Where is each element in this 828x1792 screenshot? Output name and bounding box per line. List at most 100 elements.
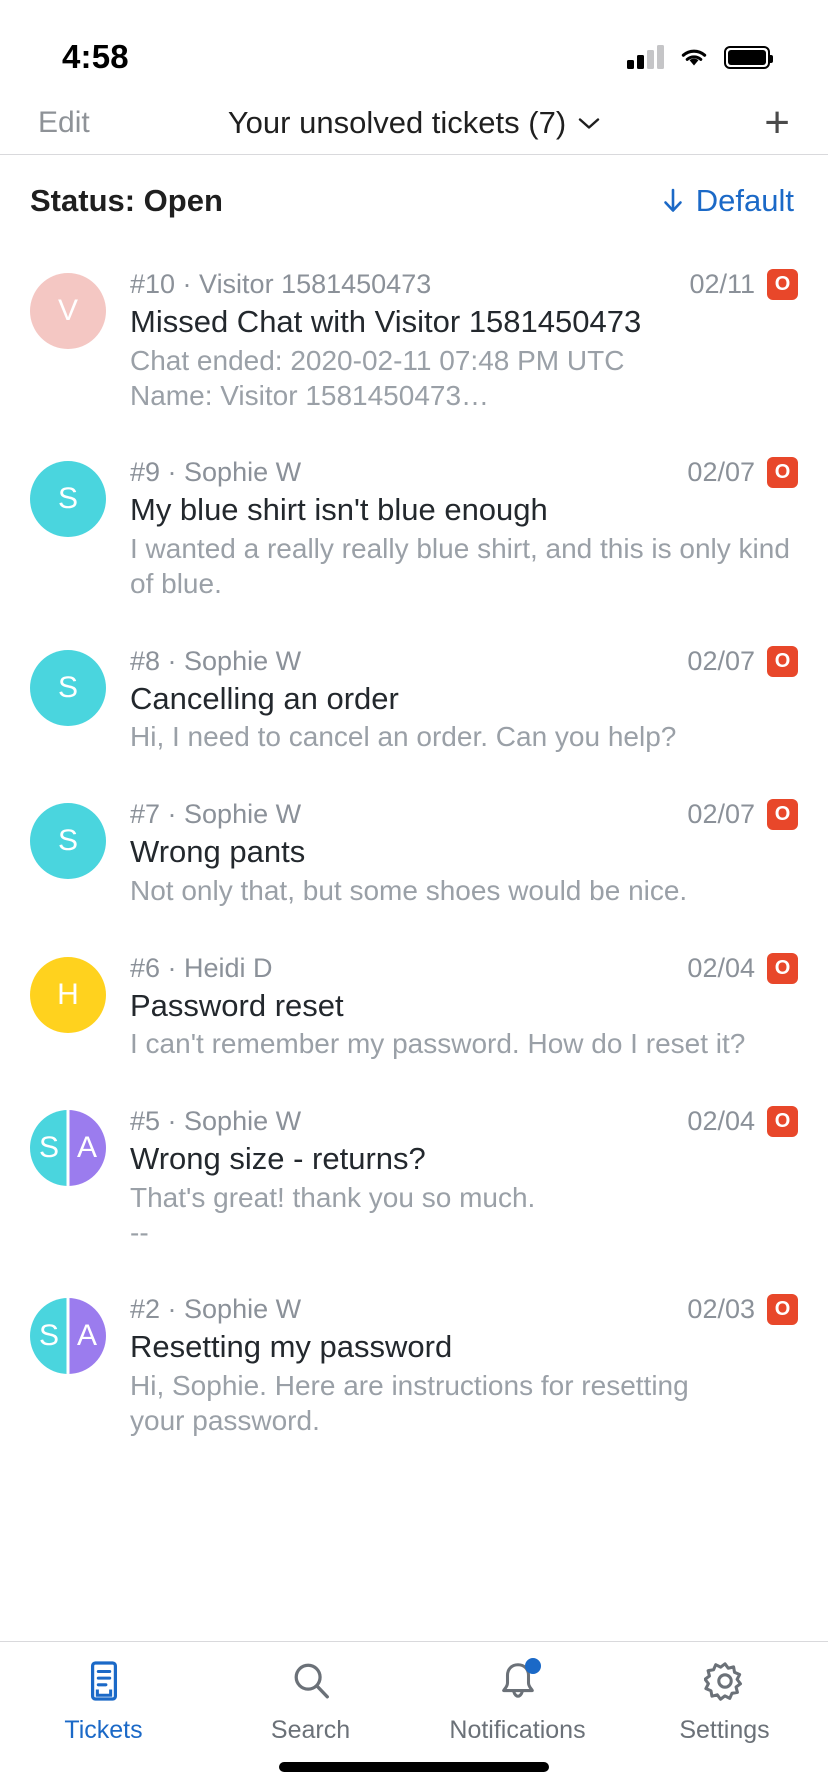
ticket-id-requester: #10 · Visitor 1581450473 [130, 269, 432, 299]
ticket-meta-row: #7 · Sophie W 02/07 O [130, 799, 798, 831]
ticket-row[interactable]: S A #5 · Sophie W 02/04 O Wrong size - return… [0, 1084, 828, 1272]
ticket-subject: Resetting my password [130, 1329, 453, 1365]
ticket-preview: Hi, I need to cancel an order. Can you h… [130, 720, 798, 755]
search-icon [290, 1658, 332, 1704]
ticket-date: 02/04 [687, 1106, 755, 1137]
ticket-meta-right: 02/07 O [687, 799, 798, 831]
ticket-row[interactable]: H #6 · Heidi D 02/04 O Password reset I can't… [0, 931, 828, 1085]
ticket-body: #7 · Sophie W 02/07 O Wrong pants Not only t… [130, 799, 798, 909]
ticket-id-requester: #7 · Sophie W [130, 799, 302, 830]
status-badge: O [767, 269, 798, 300]
add-ticket-button[interactable]: + [764, 101, 790, 145]
ticket-preview: I wanted a really really blue shirt, and… [130, 532, 798, 601]
ticket-meta-row: #10 · Visitor 1581450473 02/11 O [130, 269, 798, 300]
ticket-subject: Wrong pants [130, 834, 306, 870]
status-badge: O [767, 1294, 798, 1326]
ticket-row[interactable]: S A #2 · Sophie W 02/03 O Resetting my passwo… [0, 1272, 828, 1460]
ticket-row[interactable]: V #10 · Visitor 1581450473 02/11 O Missed Ch… [0, 247, 828, 435]
ticket-body: #9 · Sophie W 02/07 O My blue shirt isn't b… [130, 457, 798, 601]
avatar-half-right: A [68, 1298, 106, 1375]
ticket-row[interactable]: S #7 · Sophie W 02/07 O Wrong pants Not only … [0, 777, 828, 931]
avatar: SA [30, 1110, 106, 1187]
ticket-meta-right: 02/11 O [689, 269, 798, 300]
ticket-preview-line: -- [130, 1216, 149, 1248]
ticket-meta-row: #6 · Heidi D 02/04 O [130, 952, 798, 984]
ticket-id-requester: #5 · Sophie W [130, 1106, 302, 1137]
ticket-preview-line: I can't remember my password. How do I r… [130, 1028, 746, 1060]
sort-button[interactable]: Default [662, 183, 794, 219]
avatar-initial: A [76, 1131, 97, 1165]
ticket-preview: Not only that, but some shoes would be n… [130, 874, 798, 909]
tab-label: Search [270, 1716, 351, 1744]
ticket-preview: Hi, Sophie. Here are instructions for re… [130, 1369, 798, 1438]
status-badge: O [767, 1106, 798, 1138]
ticket-subject: Password reset [130, 987, 344, 1023]
tab-label: Tickets [64, 1716, 143, 1744]
sort-label: Default [695, 183, 794, 218]
ticket-subject: My blue shirt isn't blue enough [130, 492, 548, 528]
arrow-down-icon [663, 188, 682, 212]
ticket-meta-row: #5 · Sophie W 02/04 O [130, 1106, 798, 1138]
status-badge: O [767, 952, 798, 984]
ticket-body: #5 · Sophie W 02/04 O Wrong size - returns?… [130, 1106, 798, 1250]
nav-title-container: Your unsolved tickets (7) [0, 105, 828, 141]
ticket-preview-line: I wanted a really really blue shirt, and… [130, 533, 790, 565]
ticket-id-requester: #6 · Heidi D [130, 952, 273, 983]
ticket-preview-line: your password. [130, 1404, 320, 1436]
tab-bar: Tickets Search Notifications Settings [0, 1641, 828, 1792]
ticket-date: 02/03 [687, 1294, 755, 1325]
tab-label: Settings [679, 1716, 770, 1744]
ticket-meta-right: 02/07 O [687, 457, 798, 489]
ticket-subject: Wrong size - returns? [130, 1141, 426, 1177]
ticket-id-requester: #9 · Sophie W [130, 457, 302, 488]
ticket-preview-line: Hi, Sophie. Here are instructions for re… [130, 1370, 689, 1402]
avatar: S [30, 649, 106, 726]
avatar-half-right: A [68, 1110, 106, 1187]
ticket-preview-line: Name: Visitor 1581450473… [130, 379, 490, 411]
tab-settings[interactable]: Settings [621, 1658, 828, 1792]
avatar: SA [30, 1298, 106, 1375]
ticket-row[interactable]: S #8 · Sophie W 02/07 O Cancelling an order H… [0, 624, 828, 778]
battery-icon [724, 45, 773, 69]
ticket-date: 02/07 [687, 799, 755, 830]
tab-tickets[interactable]: Tickets [0, 1658, 207, 1792]
ticket-preview-line: Chat ended: 2020-02-11 07:48 PM UTC [130, 344, 625, 376]
ticket-meta-right: 02/07 O [687, 645, 798, 677]
avatar-half-left: S [30, 1110, 68, 1187]
avatar-initial: S [38, 1131, 59, 1165]
ticket-preview-line: That's great! thank you so much. [130, 1181, 536, 1213]
ticket-preview-line: Hi, I need to cancel an order. Can you h… [130, 721, 677, 753]
view-selector-button[interactable]: Your unsolved tickets (7) [228, 105, 600, 141]
ticket-icon [85, 1658, 123, 1704]
ticket-date: 02/04 [687, 952, 755, 983]
ticket-preview: Chat ended: 2020-02-11 07:48 PM UTC Name:… [130, 344, 798, 413]
ticket-body: #10 · Visitor 1581450473 02/11 O Missed Cha… [130, 269, 798, 413]
ticket-preview-line: of blue. [130, 567, 222, 599]
navigation-bar: Edit Your unsolved tickets (7) + [0, 92, 828, 154]
edit-button[interactable]: Edit [38, 106, 90, 140]
ticket-body: #2 · Sophie W 02/03 O Resetting my password… [130, 1294, 798, 1438]
avatar-initial: A [76, 1319, 97, 1353]
home-indicator [279, 1762, 549, 1772]
ticket-id-requester: #8 · Sophie W [130, 645, 302, 676]
status-badge: O [767, 457, 798, 489]
ticket-meta-right: 02/04 O [687, 1106, 798, 1138]
tab-label: Notifications [449, 1716, 586, 1744]
avatar-half-left: S [30, 1298, 68, 1375]
avatar-initial: S [57, 824, 78, 858]
avatar: S [30, 803, 106, 880]
ticket-list: V #10 · Visitor 1581450473 02/11 O Missed Ch… [0, 247, 828, 1461]
ticket-meta-row: #2 · Sophie W 02/03 O [130, 1294, 798, 1326]
avatar: H [30, 956, 106, 1033]
filter-bar: Status: Open Default [0, 155, 828, 247]
ticket-date: 02/07 [687, 457, 755, 488]
status-badge: O [767, 799, 798, 831]
avatar-initial: S [57, 670, 78, 704]
ticket-meta-right: 02/04 O [687, 952, 798, 984]
ticket-body: #8 · Sophie W 02/07 O Cancelling an order Hi… [130, 645, 798, 756]
ticket-row[interactable]: S #9 · Sophie W 02/07 O My blue shirt isn't … [0, 435, 828, 623]
chevron-down-icon [578, 117, 600, 129]
wifi-icon [681, 49, 707, 66]
avatar-initial: S [38, 1319, 59, 1353]
avatar: S [30, 461, 106, 538]
